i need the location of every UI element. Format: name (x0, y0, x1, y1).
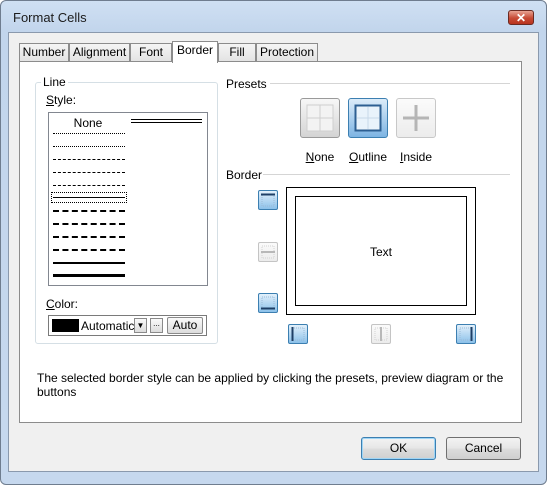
preset-outline-icon (354, 104, 382, 132)
hint-text: The selected border style can be applied… (37, 371, 504, 399)
presets-separator (270, 83, 510, 84)
line-style-dotted[interactable] (53, 146, 125, 147)
line-style-list[interactable]: None (48, 112, 208, 286)
border-top-button[interactable] (258, 190, 278, 210)
line-style-none[interactable]: None (49, 116, 127, 130)
border-top-icon (261, 193, 275, 207)
preset-inside-icon (403, 105, 429, 131)
line-style-medium[interactable] (53, 262, 125, 264)
preview-text: Text (369, 245, 392, 259)
line-style-slanted-dash-dot[interactable] (53, 223, 125, 225)
preset-outline-label: Outline (348, 150, 388, 164)
preset-inside-label: Inside (399, 150, 433, 164)
preset-none-label: None (305, 150, 335, 164)
window-title: Format Cells (13, 10, 87, 25)
title-bar[interactable]: Format Cells ✕ (1, 1, 546, 35)
color-picker[interactable]: Automatic ▼ ... Auto (48, 315, 207, 336)
border-left-button[interactable] (288, 324, 308, 344)
line-style-dashed[interactable] (53, 185, 125, 186)
border-left-icon (291, 327, 305, 341)
line-style-medium-dash-dot-dot[interactable] (53, 210, 125, 212)
line-style-thick[interactable] (53, 274, 125, 277)
border-preview[interactable]: Text (286, 187, 476, 315)
format-cells-window: Format Cells ✕ Number Alignment Font Bor… (0, 0, 547, 485)
line-group: Line Style: None Color: Automatic ▼ ... … (35, 75, 218, 344)
close-button[interactable]: ✕ (508, 10, 534, 25)
tab-fill[interactable]: Fill (218, 43, 256, 62)
color-more-button[interactable]: ... (150, 318, 163, 333)
border-bottom-button[interactable] (258, 293, 278, 313)
color-value: Automatic (81, 319, 135, 333)
preset-none-icon (306, 104, 334, 132)
tab-protection[interactable]: Protection (256, 43, 318, 62)
cancel-button[interactable]: Cancel (446, 437, 521, 460)
presets-title: Presets (226, 77, 267, 91)
border-separator (263, 174, 510, 175)
line-style-medium-dashed[interactable] (53, 249, 125, 251)
border-preview-cell[interactable]: Text (295, 196, 467, 306)
line-style-thin[interactable] (53, 197, 125, 198)
line-style-dash-dot[interactable] (53, 172, 125, 173)
ok-button[interactable]: OK (361, 437, 436, 460)
line-style-medium-dash-dot[interactable] (53, 236, 125, 238)
border-right-icon (459, 327, 473, 341)
color-label: Color: (46, 297, 79, 311)
ellipsis-icon: ... (153, 319, 160, 328)
border-inside-vertical-icon (374, 327, 388, 341)
border-bottom-icon (261, 296, 275, 310)
chevron-down-icon: ▼ (136, 321, 145, 330)
tab-alignment[interactable]: Alignment (69, 43, 130, 62)
style-label: Style: (46, 93, 77, 107)
border-right-button[interactable] (456, 324, 476, 344)
border-inside-horizontal-button[interactable] (258, 242, 278, 262)
line-style-double[interactable] (131, 119, 202, 123)
close-icon: ✕ (515, 11, 527, 25)
color-swatch (52, 319, 79, 332)
line-group-title: Line (41, 75, 68, 89)
border-title: Border (226, 168, 263, 182)
preset-outline-button[interactable] (348, 98, 388, 138)
dialog-body: Number Alignment Font Border Fill Protec… (8, 32, 539, 472)
border-inside-horizontal-icon (261, 245, 275, 259)
tab-number[interactable]: Number (19, 43, 69, 62)
line-style-dash-dot-dot[interactable] (53, 159, 125, 160)
line-style-hair[interactable] (53, 133, 125, 134)
color-auto-button[interactable]: Auto (167, 317, 203, 334)
tab-border[interactable]: Border (172, 41, 218, 63)
color-dropdown-button[interactable]: ▼ (134, 318, 147, 333)
preset-none-button[interactable] (300, 98, 340, 138)
preset-inside-button[interactable] (396, 98, 436, 138)
border-tab-page: Line Style: None Color: Automatic ▼ ... … (19, 61, 522, 423)
border-inside-vertical-button[interactable] (371, 324, 391, 344)
tab-font[interactable]: Font (130, 43, 172, 62)
